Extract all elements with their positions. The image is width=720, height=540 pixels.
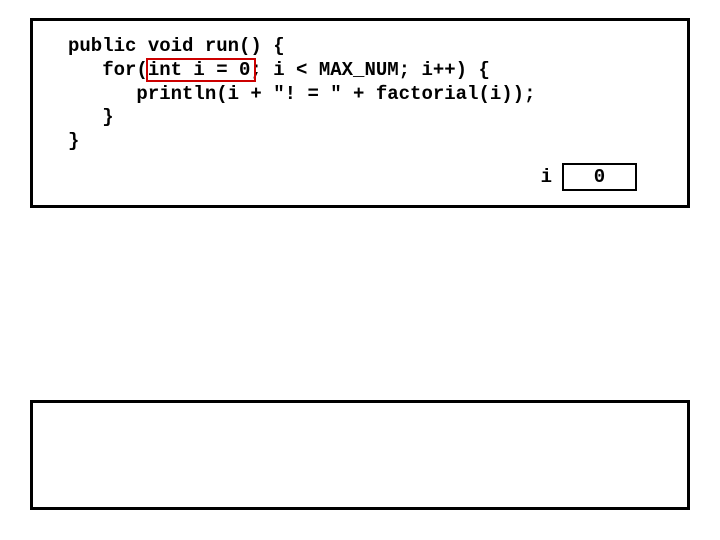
output-panel xyxy=(30,400,690,510)
code-line-2: for(int i = 0; i < MAX_NUM; i++) { xyxy=(68,59,652,83)
code-panel: public void run() { for(int i = 0; i < M… xyxy=(30,18,690,208)
code-line-1: public void run() { xyxy=(68,35,652,59)
variable-value-box: 0 xyxy=(562,163,637,191)
code-line-3: println(i + "! = " + factorial(i)); xyxy=(68,83,652,107)
code-line-4: } xyxy=(68,106,652,130)
code-line-5: } xyxy=(68,130,652,154)
variable-name: i xyxy=(541,166,552,188)
variable-display: i 0 xyxy=(541,163,637,191)
variable-value: 0 xyxy=(594,166,605,188)
